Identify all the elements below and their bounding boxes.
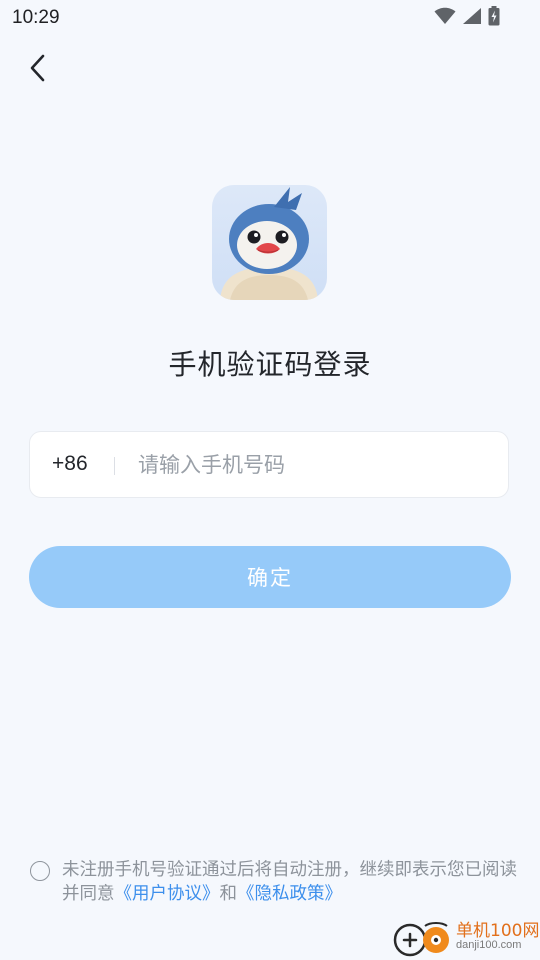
confirm-button[interactable]: 确定 [29, 546, 511, 608]
watermark: 单机100网 danji100.com [392, 912, 540, 960]
chevron-left-icon [30, 54, 45, 82]
battery-icon [488, 6, 500, 26]
privacy-policy-link[interactable]: 《隐私政策》 [237, 884, 342, 904]
wifi-icon [434, 7, 456, 24]
status-bar: 10:29 [0, 0, 540, 36]
agreement-checkbox[interactable] [30, 861, 50, 881]
page-title: 手机验证码登录 [168, 348, 372, 381]
agreement-conjunction: 和 [219, 884, 238, 904]
phone-input-container[interactable]: +86 [29, 431, 509, 498]
back-button[interactable] [20, 50, 56, 86]
status-time: 10:29 [12, 7, 60, 28]
watermark-logo-icon [393, 922, 449, 957]
user-agreement-link[interactable]: 《用户协议》 [115, 884, 220, 904]
cellular-signal-icon [463, 8, 481, 24]
penguin-mascot-icon [220, 187, 318, 300]
status-icons [434, 6, 500, 26]
country-code[interactable]: +86 [52, 452, 88, 476]
phone-number-input[interactable] [138, 446, 478, 484]
watermark-url: danji100.com [456, 939, 522, 951]
app-logo [212, 185, 327, 300]
watermark-name: 单机100网 [456, 921, 540, 941]
agreement-text: 未注册手机号验证通过后将自动注册，继续即表示您已阅读并同意《用户协议》和《隐私政… [62, 858, 522, 906]
divider [114, 457, 115, 475]
